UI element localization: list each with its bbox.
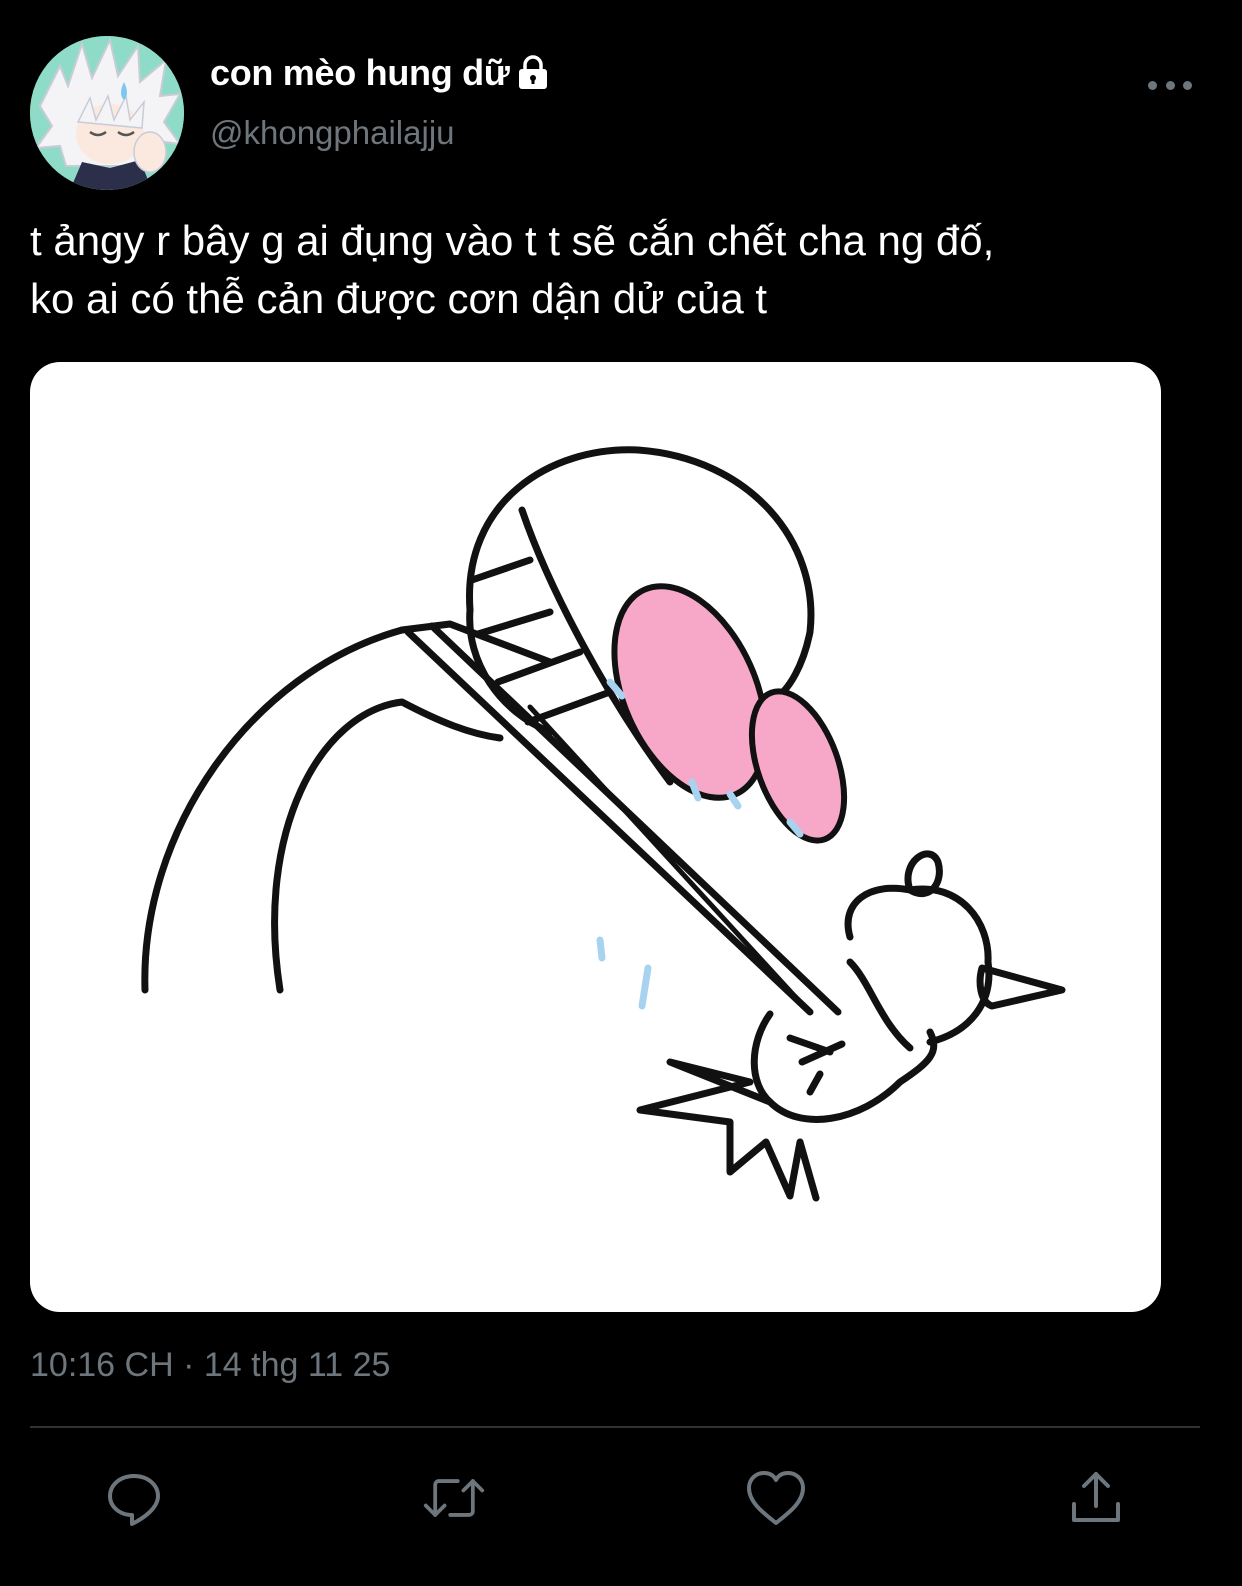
reply-icon	[108, 1474, 160, 1526]
retweet-icon	[423, 1479, 485, 1517]
share-button[interactable]	[1064, 1466, 1128, 1530]
display-name[interactable]: con mèo hung dữ	[210, 52, 510, 94]
more-dot-icon	[1183, 80, 1192, 90]
divider	[30, 1426, 1200, 1428]
like-icon	[747, 1471, 805, 1525]
tweet-text: t ảngy r bây g ai đụng vào t t sẽ cắn ch…	[30, 217, 995, 322]
display-name-row[interactable]: con mèo hung dữ	[210, 50, 550, 96]
lock-icon	[516, 55, 550, 91]
more-options-button[interactable]	[1148, 70, 1192, 100]
retweet-button[interactable]	[422, 1466, 486, 1530]
reply-button[interactable]	[102, 1466, 166, 1530]
more-dot-icon	[1165, 80, 1175, 90]
like-button[interactable]	[744, 1466, 808, 1530]
user-handle[interactable]: @khongphailajju	[210, 114, 455, 152]
profile-avatar[interactable]	[30, 36, 184, 190]
cartoon-drawing	[141, 446, 1066, 1202]
tweet-media-image[interactable]	[30, 362, 1161, 1312]
share-icon	[1072, 1472, 1120, 1522]
tweet-timestamp[interactable]: 10:16 CH · 14 thg 11 25	[30, 1346, 390, 1385]
avatar-image	[30, 36, 184, 190]
more-dot-icon	[1148, 80, 1157, 90]
